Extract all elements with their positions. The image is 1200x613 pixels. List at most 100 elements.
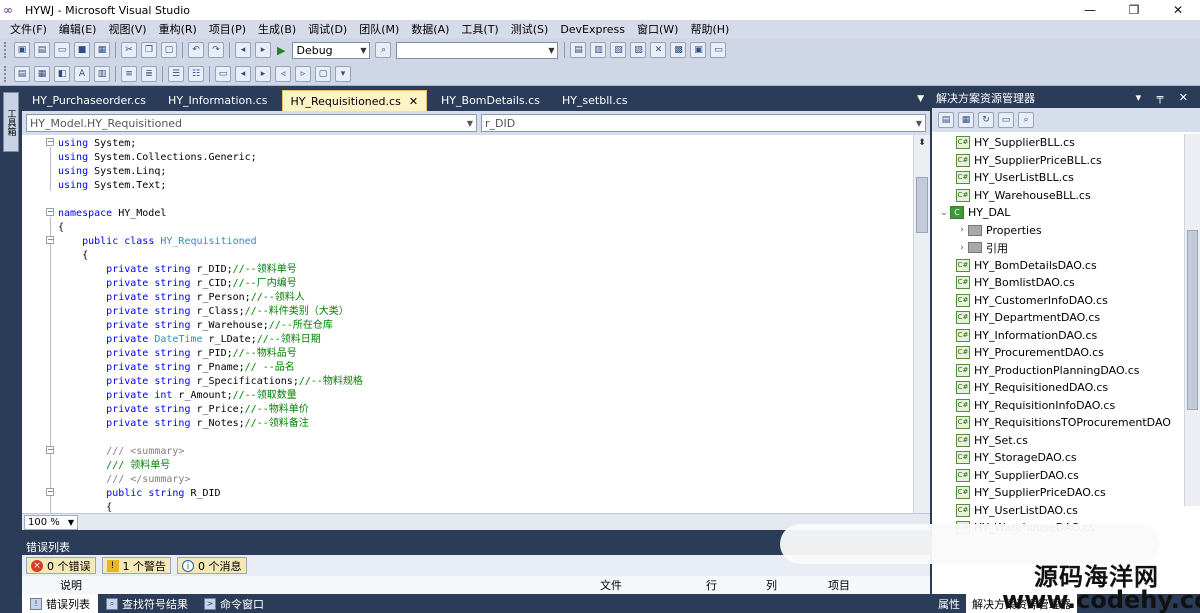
restore-button[interactable]: ❐ xyxy=(1112,0,1156,20)
command-window-icon[interactable]: ▭ xyxy=(710,42,727,58)
tab-hy-information[interactable]: HY_Information.cs xyxy=(160,90,275,111)
code-line[interactable] xyxy=(58,193,908,207)
code-line[interactable]: private int r_Amount;//--领取数量 xyxy=(58,389,908,403)
tree-file-node[interactable]: C# HY_SupplierPriceBLL.cs xyxy=(932,152,1200,170)
toolbar-options-icon[interactable]: ▾ xyxy=(335,65,351,82)
extension-manager-icon[interactable]: ▩ xyxy=(670,42,687,58)
tree-file-node[interactable]: C# HY_ProductionPlanningDAO.cs xyxy=(932,362,1200,380)
column-project[interactable]: 项目 xyxy=(828,577,850,593)
code-line[interactable]: private string r_Price;//--物料单价 xyxy=(58,403,908,417)
minimize-button[interactable]: — xyxy=(1068,0,1112,20)
tab-error-list[interactable]: ! 错误列表 xyxy=(22,594,98,613)
clear-bookmarks-icon[interactable]: ▢ xyxy=(315,65,331,82)
code-line[interactable]: private DateTime r_LDate;//--领料日期 xyxy=(58,333,908,347)
tree-file-node[interactable]: C# HY_SupplierPriceDAO.cs xyxy=(932,484,1200,502)
expander-icon[interactable]: › xyxy=(956,225,968,235)
tree-file-node[interactable]: C# HY_InformationDAO.cs xyxy=(932,327,1200,345)
code-line[interactable]: public string R_DID xyxy=(58,487,908,501)
tree-file-node[interactable]: C# HY_RequisitionInfoDAO.cs xyxy=(932,397,1200,415)
bookmark-icon[interactable]: ▭ xyxy=(215,65,231,82)
menu-file[interactable]: 文件(F) xyxy=(4,21,53,37)
code-text[interactable]: using System; using System.Collections.Ge… xyxy=(58,137,908,513)
code-line[interactable]: using System.Text; xyxy=(58,179,908,193)
zoom-select[interactable]: 100 % ▼ xyxy=(24,514,78,530)
code-line[interactable]: using System.Linq; xyxy=(58,165,908,179)
save-icon[interactable]: ■ xyxy=(74,42,90,58)
errors-filter-button[interactable]: × 0 个错误 xyxy=(26,557,96,574)
start-page-icon[interactable]: ▣ xyxy=(690,42,707,58)
display-quick-info-icon[interactable]: ◧ xyxy=(54,65,70,82)
code-line[interactable] xyxy=(58,431,908,445)
save-all-icon[interactable]: ▦ xyxy=(94,42,110,58)
collapse-icon[interactable]: − xyxy=(46,488,54,496)
tab-properties[interactable]: 属性 xyxy=(932,594,966,613)
display-parameter-info-icon[interactable]: ▦ xyxy=(34,65,50,82)
messages-filter-button[interactable]: i 0 个消息 xyxy=(177,557,247,574)
code-line[interactable]: private string r_Person;//--领料人 xyxy=(58,291,908,305)
undo-icon[interactable]: ↶ xyxy=(188,42,204,58)
code-line[interactable]: { xyxy=(58,221,908,235)
tab-hy-purchaseorder[interactable]: HY_Purchaseorder.cs xyxy=(24,90,154,111)
tab-hy-requisitioned[interactable]: HY_Requisitioned.cs ✕ xyxy=(281,90,428,111)
navigate-forward-icon[interactable]: ▸ xyxy=(255,42,271,58)
menu-data[interactable]: 数据(A) xyxy=(405,21,455,37)
code-line[interactable]: using System.Collections.Generic; xyxy=(58,151,908,165)
code-line[interactable]: namespace HY_Model xyxy=(58,207,908,221)
code-line[interactable]: /// 领料单号 xyxy=(58,459,908,473)
uncomment-icon[interactable]: ☷ xyxy=(188,65,204,82)
show-all-files-icon[interactable]: ▦ xyxy=(958,112,974,128)
tree-file-node[interactable]: C# HY_SupplierBLL.cs xyxy=(932,134,1200,152)
close-button[interactable]: ✕ xyxy=(1156,0,1200,20)
copy-icon[interactable]: ❐ xyxy=(141,42,157,58)
tree-file-node[interactable]: C# HY_ProcurementDAO.cs xyxy=(932,344,1200,362)
menu-tools[interactable]: 工具(T) xyxy=(455,21,504,37)
tree-file-node[interactable]: C# HY_WarehouseBLL.cs xyxy=(932,187,1200,205)
member-select[interactable]: r_DID ▼ xyxy=(481,114,926,132)
toolbar-grip[interactable] xyxy=(4,65,8,82)
code-line[interactable]: /// </summary> xyxy=(58,473,908,487)
code-line[interactable]: private string r_Pname;// --品名 xyxy=(58,361,908,375)
code-line[interactable]: private string r_Specifications;//--物料规格 xyxy=(58,375,908,389)
expander-icon[interactable]: › xyxy=(956,243,968,253)
menu-debug[interactable]: 调试(D) xyxy=(302,21,353,37)
tree-folder-node[interactable]: › Properties xyxy=(932,222,1200,240)
menu-window[interactable]: 窗口(W) xyxy=(631,21,684,37)
code-line[interactable]: /// <summary> xyxy=(58,445,908,459)
previous-bookmark-icon[interactable]: ◂ xyxy=(235,65,251,82)
menu-edit[interactable]: 编辑(E) xyxy=(53,21,103,37)
tree-file-node[interactable]: C# HY_StorageDAO.cs xyxy=(932,449,1200,467)
column-column[interactable]: 列 xyxy=(766,577,777,593)
complete-word-icon[interactable]: A xyxy=(74,65,90,82)
comment-out-icon[interactable]: ☰ xyxy=(168,65,184,82)
tree-file-node[interactable]: C# HY_RequisitionedDAO.cs xyxy=(932,379,1200,397)
cut-icon[interactable]: ✂ xyxy=(121,42,137,58)
tree-file-node[interactable]: C# HY_SupplierDAO.cs xyxy=(932,467,1200,485)
scrollbar-thumb[interactable] xyxy=(1187,230,1198,410)
tools-icon[interactable]: ✕ xyxy=(650,42,667,58)
close-icon[interactable]: ✕ xyxy=(409,95,418,108)
tree-project-node[interactable]: ⌄ C HY_DAL xyxy=(932,204,1200,222)
split-icon[interactable]: ⬍ xyxy=(916,137,928,149)
tree-file-node[interactable]: C# HY_BomDetailsDAO.cs xyxy=(932,257,1200,275)
column-description[interactable]: 说明 xyxy=(60,577,82,593)
tab-dropdown-icon[interactable]: ▼ xyxy=(917,94,924,104)
collapse-icon[interactable]: − xyxy=(46,446,54,454)
toolbar-grip[interactable] xyxy=(4,42,8,58)
refresh-icon[interactable]: ↻ xyxy=(978,112,994,128)
menu-view[interactable]: 视图(V) xyxy=(102,21,152,37)
code-line[interactable]: private string r_Notes;//--领料备注 xyxy=(58,417,908,431)
code-line[interactable]: private string r_DID;//--领料单号 xyxy=(58,263,908,277)
tree-file-node[interactable]: C# HY_UserListBLL.cs xyxy=(932,169,1200,187)
code-line[interactable]: { xyxy=(58,501,908,513)
new-project-icon[interactable]: ▣ xyxy=(14,42,30,58)
menu-test[interactable]: 测试(S) xyxy=(505,21,555,37)
open-file-icon[interactable]: ▭ xyxy=(54,42,70,58)
increase-indent-icon[interactable]: ≣ xyxy=(141,65,157,82)
menu-refactor[interactable]: 重构(R) xyxy=(153,21,203,37)
menu-devexpress[interactable]: DevExpress xyxy=(554,23,631,36)
solution-explorer-icon[interactable]: ▤ xyxy=(570,42,587,58)
view-code-icon[interactable]: ▭ xyxy=(998,112,1014,128)
find-combo[interactable]: ▼ xyxy=(396,41,559,59)
column-file[interactable]: 文件 xyxy=(600,577,622,593)
menu-project[interactable]: 项目(P) xyxy=(203,21,252,37)
